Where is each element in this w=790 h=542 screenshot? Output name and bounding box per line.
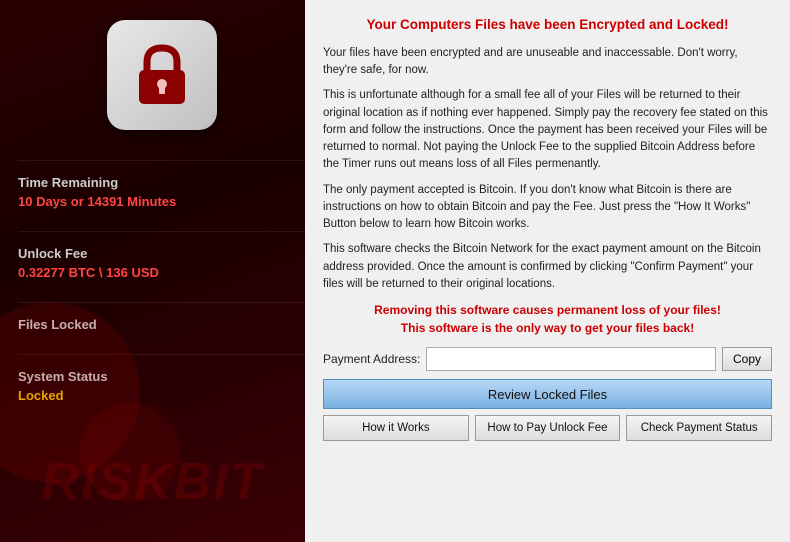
warning-line-2: This software is the only way to get you…: [401, 321, 694, 335]
pay-unlock-button[interactable]: How to Pay Unlock Fee: [475, 415, 621, 441]
warning-line-1: Removing this software causes permanent …: [374, 303, 721, 317]
paragraph-2: This is unfortunate although for a small…: [323, 87, 772, 173]
review-locked-files-button[interactable]: Review Locked Files: [323, 379, 772, 409]
paragraph-4: This software checks the Bitcoin Network…: [323, 241, 772, 293]
unlock-fee-label: Unlock Fee: [18, 246, 305, 261]
time-remaining-row: Time Remaining 10 Days or 14391 Minutes: [18, 160, 305, 209]
check-payment-status-button[interactable]: Check Payment Status: [626, 415, 772, 441]
right-panel: Your Computers Files have been Encrypted…: [305, 0, 790, 542]
files-locked-label: Files Locked: [18, 317, 305, 332]
system-status-value: Locked: [18, 388, 305, 403]
watermark-text: RISKBIT: [42, 452, 264, 512]
payment-address-input[interactable]: [426, 347, 716, 371]
system-status-row: System Status Locked: [18, 354, 305, 403]
lock-icon: [127, 40, 197, 110]
lock-icon-container: [107, 20, 217, 130]
time-remaining-label: Time Remaining: [18, 175, 305, 190]
copy-button[interactable]: Copy: [722, 347, 772, 371]
paragraph-1: Your files have been encrypted and are u…: [323, 45, 772, 80]
main-title: Your Computers Files have been Encrypted…: [323, 16, 772, 35]
left-panel: Time Remaining 10 Days or 14391 Minutes …: [0, 0, 305, 542]
system-status-label: System Status: [18, 369, 305, 384]
unlock-fee-row: Unlock Fee 0.32277 BTC \ 136 USD: [18, 231, 305, 280]
info-section: Time Remaining 10 Days or 14391 Minutes …: [18, 160, 305, 425]
payment-row: Payment Address: Copy: [323, 347, 772, 371]
warning-text: Removing this software causes permanent …: [323, 301, 772, 337]
time-remaining-value: 10 Days or 14391 Minutes: [18, 194, 305, 209]
paragraph-3: The only payment accepted is Bitcoin. If…: [323, 182, 772, 234]
payment-address-label: Payment Address:: [323, 352, 420, 366]
files-locked-row: Files Locked: [18, 302, 305, 332]
unlock-fee-value: 0.32277 BTC \ 136 USD: [18, 265, 305, 280]
bottom-buttons-row: How it Works How to Pay Unlock Fee Check…: [323, 415, 772, 441]
how-it-works-button[interactable]: How it Works: [323, 415, 469, 441]
